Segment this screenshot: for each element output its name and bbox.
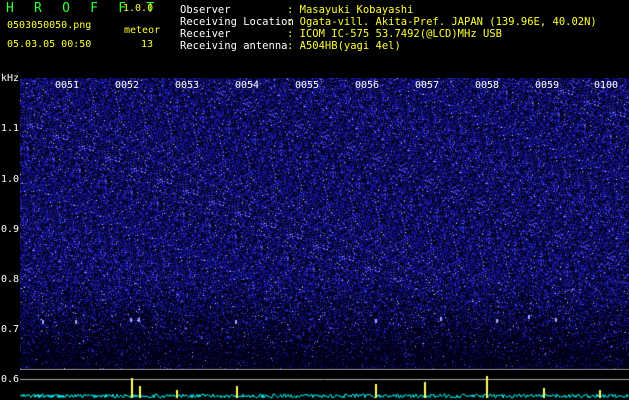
x-tick: 0100 — [594, 80, 619, 91]
antenna-value: : A504HB(yagi 4el) — [287, 40, 401, 52]
spectrogram-canvas — [20, 78, 629, 370]
x-tick: 0059 — [535, 80, 560, 91]
y-tick: 0.8 — [1, 274, 20, 285]
receiver-label: Receiver — [180, 28, 231, 40]
y-tick: 0.6 — [1, 374, 20, 385]
y-tick: 0.9 — [1, 224, 20, 235]
location-value: : Ogata-vill. Akita-Pref. JAPAN (139.96E… — [287, 16, 597, 28]
receiver-value: : ICOM IC-575 53.7492(@LCD)MHz USB — [287, 28, 502, 40]
x-tick: 0055 — [295, 80, 320, 91]
y-tick: 1.0 — [1, 174, 20, 185]
y-axis-unit: kHz — [1, 73, 20, 84]
y-tick: 0.7 — [1, 324, 20, 335]
x-tick: 0057 — [415, 80, 440, 91]
observation-datetime: 05.03.05 00:50 — [7, 39, 92, 50]
signal-trace-canvas — [20, 370, 629, 400]
x-tick: 0058 — [475, 80, 500, 91]
file-name: 0503050050.png — [7, 20, 92, 31]
x-tick: 0052 — [115, 80, 140, 91]
observer-value: : Masayuki Kobayashi — [287, 4, 414, 16]
meteor-count: 13 — [141, 39, 154, 50]
x-tick: 0053 — [175, 80, 200, 91]
observer-label: Observer — [180, 4, 231, 16]
x-tick: 0051 — [55, 80, 80, 91]
app-version: 1.0.0 — [123, 3, 154, 14]
y-tick: 1.1 — [1, 123, 20, 134]
meteor-label: meteor — [124, 25, 161, 36]
antenna-label: Receiving antenna — [180, 40, 288, 52]
x-tick: 0056 — [355, 80, 380, 91]
x-tick: 0054 — [235, 80, 260, 91]
location-label: Receiving Location — [180, 16, 294, 28]
